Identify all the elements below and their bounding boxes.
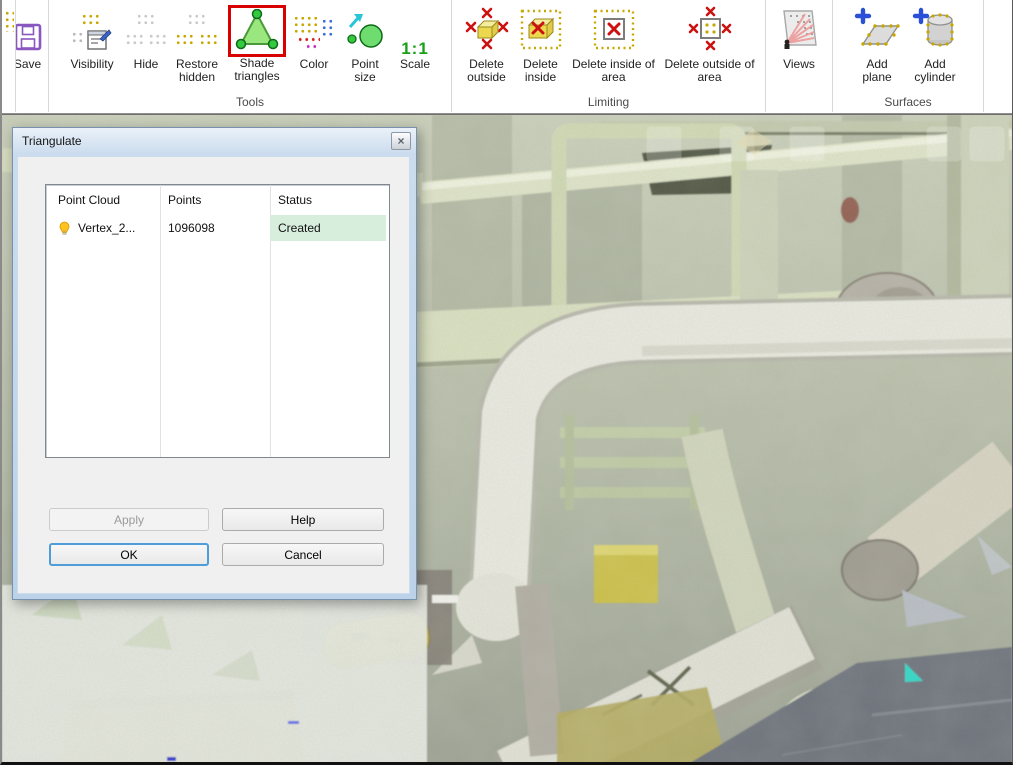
- shade-triangles-button[interactable]: Shade triangles: [225, 2, 289, 83]
- hide-button[interactable]: Hide: [123, 2, 169, 71]
- add-cylinder-icon: [911, 6, 959, 55]
- color-icon: [293, 13, 335, 55]
- delete-inside-area-icon: [592, 6, 636, 55]
- ribbon-group-surfaces: Add plane: [833, 0, 984, 112]
- close-button[interactable]: ×: [391, 132, 411, 150]
- dots-icon: [4, 10, 14, 32]
- column-header-points[interactable]: Points: [160, 193, 270, 207]
- delete-outside-area-icon: [688, 6, 732, 55]
- point-count: 1096098: [160, 221, 270, 235]
- views-button[interactable]: Views: [769, 2, 829, 71]
- restore-hidden-icon: [175, 11, 219, 55]
- delete-inside-icon: [519, 6, 563, 55]
- delete-inside-of-area-button[interactable]: Delete inside of area: [567, 2, 661, 84]
- status-cell: Created: [270, 215, 386, 241]
- shade-triangles-highlight: [228, 5, 286, 57]
- ribbon-group-tools: Visibility Hide: [49, 0, 452, 112]
- dialog-title: Triangulate: [22, 134, 82, 148]
- table-row[interactable]: Vertex_2... 1096098 Created: [46, 215, 389, 241]
- dialog-content: Point Cloud Points Status Verte: [17, 156, 410, 594]
- ribbon-toolbar: Save: [2, 0, 1012, 114]
- delete-outside-of-area-button[interactable]: Delete outside of area: [661, 2, 759, 84]
- shade-triangles-icon: [233, 9, 281, 54]
- ribbon-group-views: Views: [766, 0, 833, 112]
- save-button[interactable]: Save: [16, 2, 48, 71]
- visibility-button[interactable]: Visibility: [61, 2, 123, 71]
- ribbon-group-limiting: Delete outside: [452, 0, 766, 112]
- help-button[interactable]: Help: [222, 508, 384, 531]
- delete-inside-button[interactable]: Delete inside: [515, 2, 567, 84]
- close-icon: ×: [397, 135, 404, 147]
- point-cloud-list[interactable]: Point Cloud Points Status Verte: [45, 184, 390, 458]
- color-button[interactable]: Color: [289, 2, 339, 71]
- ribbon-filler: [984, 0, 1012, 112]
- ribbon-group-save: Save: [16, 0, 49, 112]
- restore-hidden-button[interactable]: Restore hidden: [169, 2, 225, 84]
- views-icon: [777, 8, 821, 55]
- application-window: Save: [0, 0, 1013, 765]
- save-label: Save: [16, 58, 41, 71]
- triangulate-dialog: Triangulate × Point Cloud Points Status: [12, 127, 417, 600]
- apply-button[interactable]: Apply: [49, 508, 209, 531]
- scale-icon: 1:1: [401, 42, 429, 55]
- scale-button[interactable]: 1:1 Scale: [391, 2, 439, 71]
- ok-button[interactable]: OK: [49, 543, 209, 566]
- visibility-icon: [71, 11, 113, 55]
- list-header: Point Cloud Points Status: [46, 185, 389, 215]
- add-plane-button[interactable]: Add plane: [850, 2, 904, 84]
- column-header-status[interactable]: Status: [270, 185, 386, 215]
- cancel-button[interactable]: Cancel: [222, 543, 384, 566]
- add-cylinder-button[interactable]: Add cylinder: [904, 2, 966, 84]
- column-header-point-cloud[interactable]: Point Cloud: [46, 193, 160, 207]
- clipped-toolbar-icon: [2, 0, 16, 112]
- hide-icon: [125, 11, 167, 55]
- point-size-icon: [343, 12, 387, 55]
- save-icon: [16, 22, 43, 55]
- delete-outside-button[interactable]: Delete outside: [459, 2, 515, 84]
- delete-outside-icon: [465, 6, 509, 55]
- add-plane-icon: [853, 6, 901, 55]
- point-size-button[interactable]: Point size: [339, 2, 391, 84]
- point-cloud-bulb-icon: [58, 221, 71, 236]
- point-cloud-name: Vertex_2...: [78, 221, 135, 235]
